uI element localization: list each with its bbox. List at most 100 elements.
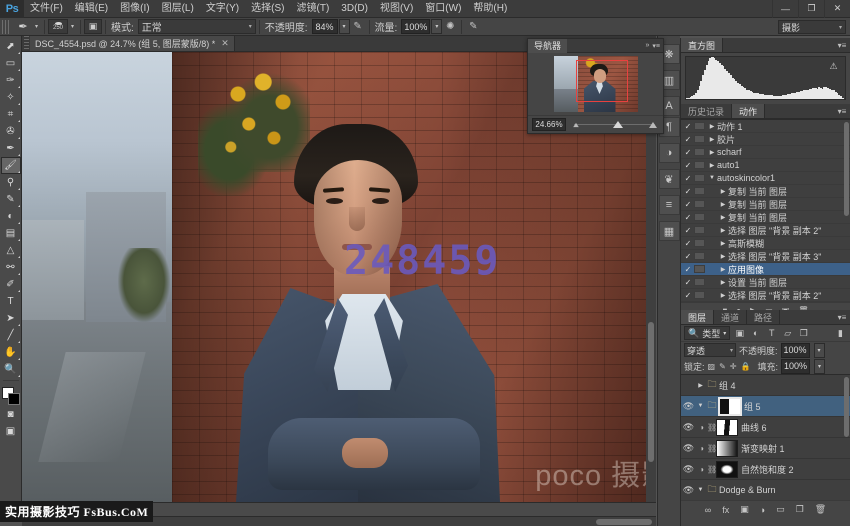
disclosure-triangle-icon[interactable]: ▶	[718, 292, 728, 299]
action-dialog-toggle[interactable]	[694, 226, 705, 234]
zoom-tool[interactable]: 🔍	[1, 361, 21, 378]
history-brush-tool[interactable]: ✎	[1, 191, 21, 208]
path-selection-tool[interactable]: ➤	[1, 310, 21, 327]
disclosure-triangle-icon[interactable]: ▶	[707, 162, 717, 169]
navigator-preview[interactable]	[528, 53, 663, 115]
lasso-tool[interactable]: ✑	[1, 72, 21, 89]
brush-panel-caret-icon[interactable]: ▾	[68, 19, 77, 34]
panel-menu-icon[interactable]: ▾≡	[834, 104, 850, 118]
layer-fill-input[interactable]: 100%	[781, 359, 810, 374]
blur-tool[interactable]: △	[1, 242, 21, 259]
shape-tool[interactable]: ╱	[1, 327, 21, 344]
mask-link-icon[interactable]: ⛓	[707, 444, 716, 453]
disclosure-triangle-icon[interactable]: ▶	[707, 136, 717, 143]
quick-selection-tool[interactable]: ✧	[1, 89, 21, 106]
pen-tool[interactable]: ✐	[1, 276, 21, 293]
flow-stepper[interactable]: ▾	[431, 19, 442, 34]
disclosure-triangle-icon[interactable]: ▶	[718, 188, 728, 195]
mask-link-icon[interactable]: ⛓	[707, 465, 716, 474]
disclosure-triangle-icon[interactable]: ▶	[718, 227, 728, 234]
lock-image-icon[interactable]: ✎	[719, 362, 726, 371]
disclosure-triangle-icon[interactable]: ▼	[696, 403, 705, 409]
action-dialog-toggle[interactable]	[694, 239, 705, 247]
histogram-warning-icon[interactable]: ⚠	[828, 61, 839, 71]
menu-image[interactable]: 图像(I)	[114, 0, 155, 18]
disclosure-triangle-icon[interactable]: ▶	[696, 382, 705, 389]
disclosure-triangle-icon[interactable]: ▶	[707, 123, 717, 130]
action-row[interactable]: ✓▶设置 当前 图层	[681, 276, 850, 289]
layer-fill-stepper[interactable]: ▾	[814, 359, 825, 374]
panel-menu-icon[interactable]: ▾≡	[834, 38, 850, 52]
layers-scroll-thumb[interactable]	[844, 377, 849, 437]
layer-style-icon[interactable]: fx	[722, 505, 729, 515]
opacity-stepper[interactable]: ▾	[339, 19, 350, 34]
brush-size-preview[interactable]: 250	[48, 19, 68, 34]
layer-opacity-input[interactable]: 100%	[781, 343, 810, 358]
disclosure-triangle-icon[interactable]: ▶	[718, 214, 728, 221]
close-icon[interactable]: ✕	[221, 38, 229, 49]
menu-3d[interactable]: 3D(D)	[335, 0, 374, 18]
disclosure-triangle-icon[interactable]: ▼	[707, 175, 717, 181]
filter-type-icon[interactable]: T	[765, 326, 778, 340]
layer-visibility-icon[interactable]: 👁	[681, 443, 696, 454]
layer-row[interactable]: 👁◑⛓自然饱和度 2	[681, 459, 850, 480]
action-dialog-toggle[interactable]	[694, 265, 705, 273]
filter-adjustment-icon[interactable]: ◐	[749, 326, 762, 340]
color-icon[interactable]: ◑	[659, 143, 680, 163]
dodge-tool[interactable]: ⚯	[1, 259, 21, 276]
tab-actions[interactable]: 动作	[732, 104, 765, 118]
gradient-tool[interactable]: ▤	[1, 225, 21, 242]
layer-mask-thumbnail[interactable]	[716, 440, 738, 457]
tab-paths[interactable]: 路径	[747, 310, 780, 324]
action-row[interactable]: ✓▶选择 图层 "背景 副本 2"	[681, 289, 850, 302]
brush-tool-icon[interactable]: ✒	[14, 19, 32, 34]
layer-mask-icon[interactable]: ▣	[740, 504, 749, 515]
airbrush-icon[interactable]: ✺	[442, 19, 458, 34]
actions-list[interactable]: ✓▶动作 1✓▶胶片✓▶scharf✓▶auto1✓▼autoskincolor…	[681, 119, 850, 302]
mask-link-icon[interactable]: ⛓	[707, 423, 716, 432]
action-row[interactable]: ✓▶选择 图层 "背景 副本 2"	[681, 224, 850, 237]
disclosure-triangle-icon[interactable]: ▼	[696, 487, 705, 493]
screen-mode-toggle[interactable]: ▣	[1, 423, 21, 440]
menu-edit[interactable]: 编辑(E)	[69, 0, 114, 18]
color-swatches[interactable]	[1, 386, 21, 406]
close-button[interactable]: ✕	[824, 0, 850, 18]
filter-shape-icon[interactable]: ▱	[781, 326, 794, 340]
layer-visibility-icon[interactable]: 👁	[681, 464, 696, 475]
opacity-pressure-icon[interactable]: ✎	[350, 19, 366, 34]
filter-smart-icon[interactable]: ❐	[797, 326, 810, 340]
action-dialog-toggle[interactable]	[694, 291, 705, 299]
hand-tool[interactable]: ✋	[1, 344, 21, 361]
eyedropper-tool[interactable]: ✇	[1, 123, 21, 140]
disclosure-triangle-icon[interactable]: ▶	[718, 266, 728, 273]
crop-tool[interactable]: ⌗	[1, 106, 21, 123]
action-dialog-toggle[interactable]	[694, 161, 705, 169]
action-row[interactable]: ✓▶选择 图层 "背景 副本 3"	[681, 250, 850, 263]
action-row[interactable]: ✓▶应用图像	[681, 263, 850, 276]
move-tool[interactable]: ⬈	[1, 38, 21, 55]
document-tab[interactable]: DSC_4554.psd @ 24.7% (组 5, 图层蒙版/8) * ✕	[30, 36, 235, 51]
minimize-button[interactable]: —	[772, 0, 798, 18]
disclosure-triangle-icon[interactable]: ▶	[718, 201, 728, 208]
action-dialog-toggle[interactable]	[694, 252, 705, 260]
action-row[interactable]: ✓▶scharf	[681, 146, 850, 159]
clone-stamp-tool[interactable]: ⚲	[1, 174, 21, 191]
delete-layer-icon[interactable]: 🗑	[815, 504, 826, 515]
layers-list[interactable]: ▶🗀组 4👁▼🗀组 5👁◑⛓曲线 6👁◑⛓渐变映射 1👁◑⛓自然饱和度 2👁▼🗀…	[681, 374, 850, 500]
options-bar-grip[interactable]	[2, 20, 11, 34]
horizontal-scroll-thumb[interactable]	[596, 519, 652, 525]
action-toggle-checkbox[interactable]: ✓	[682, 291, 694, 300]
panel-menu-icon[interactable]: ▾≡	[834, 310, 850, 324]
actions-scroll-thumb[interactable]	[844, 122, 849, 216]
action-toggle-checkbox[interactable]: ✓	[682, 239, 694, 248]
opacity-input[interactable]: 84%	[312, 19, 338, 34]
zoom-out-icon[interactable]	[573, 123, 579, 127]
eraser-tool[interactable]: ◐	[1, 208, 21, 225]
zoom-in-icon[interactable]	[649, 122, 657, 128]
blend-mode-select[interactable]: 正常 ▾	[138, 19, 256, 34]
action-toggle-checkbox[interactable]: ✓	[682, 200, 694, 209]
action-dialog-toggle[interactable]	[694, 200, 705, 208]
brush-preset-caret-icon[interactable]: ▾	[32, 19, 41, 34]
action-toggle-checkbox[interactable]: ✓	[682, 148, 694, 157]
action-toggle-checkbox[interactable]: ✓	[682, 187, 694, 196]
